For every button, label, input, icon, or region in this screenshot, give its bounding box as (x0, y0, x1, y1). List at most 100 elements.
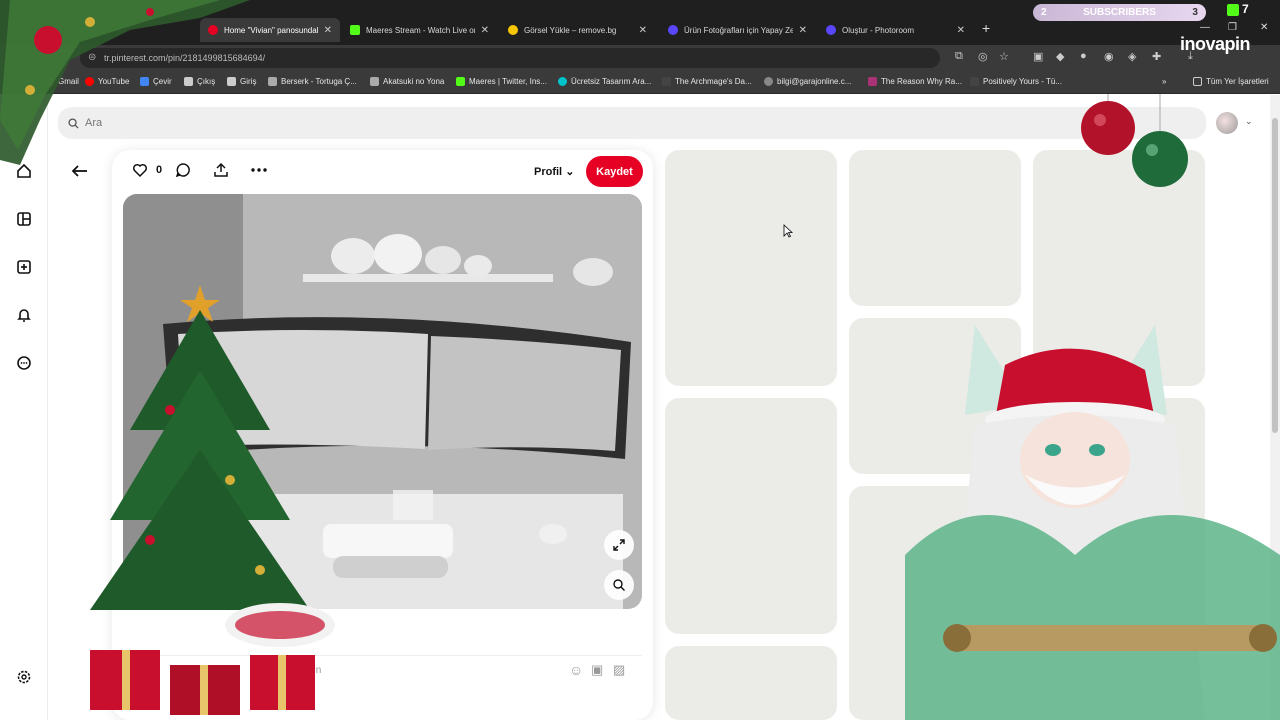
extension-icon[interactable]: ◉ (1104, 50, 1114, 63)
install-icon[interactable]: ⧉ (955, 50, 963, 63)
bookmark-maeres[interactable]: Maeres | Twitter, Ins... (456, 77, 547, 86)
brand-logo: inovapin (1180, 34, 1251, 54)
new-tab-icon[interactable]: + (982, 20, 990, 36)
tab-photoroom-ai[interactable]: Ürün Fotoğrafları için Yapay Zek... ✕ (660, 18, 815, 42)
image-upload-icon[interactable]: ▨ (613, 662, 625, 678)
minimize-icon[interactable]: — (1200, 22, 1210, 33)
address-toolbar: ⊜ tr.pinterest.com/pin/2181499815684694/ (0, 45, 1280, 71)
extension-icon[interactable]: ◈ (1128, 50, 1136, 63)
more-bookmarks-icon[interactable]: » (1162, 77, 1166, 86)
bookmark-star-icon[interactable]: ☆ (999, 50, 1009, 63)
sticker-icon[interactable]: ▣ (591, 662, 603, 678)
pin-skeleton (849, 150, 1021, 306)
bookmark-cevir[interactable]: Çevir (140, 77, 172, 86)
kick-favicon-icon (350, 25, 360, 35)
create-icon[interactable] (14, 257, 34, 277)
comment-input[interactable]: eyin ☺ ▣ ▨ (123, 655, 642, 685)
like-button[interactable]: 0 (132, 162, 162, 178)
extension-icon[interactable]: ● (1080, 50, 1087, 62)
sidebar (0, 95, 48, 720)
extension-icon[interactable]: ▣ (1033, 50, 1043, 63)
puzzle-icon[interactable]: ✚ (1152, 50, 1161, 63)
eye-off-icon[interactable]: ◎ (978, 50, 988, 63)
photoroom-favicon-icon (668, 25, 678, 35)
mouse-cursor-icon (783, 224, 793, 238)
pinterest-favicon-icon (208, 25, 218, 35)
bookmark-label: Maeres | Twitter, Ins... (469, 77, 547, 86)
bookmark-label: bilgi@garajonline.c... (777, 77, 852, 86)
scrollbar-thumb[interactable] (1272, 118, 1278, 433)
bookmark-canva[interactable]: Ücretsiz Tasarım Ara... (558, 77, 651, 86)
chevron-down-icon[interactable]: ⌄ (1245, 116, 1253, 127)
bookmark-cikis[interactable]: Çıkış (184, 77, 215, 86)
avatar[interactable] (1216, 112, 1238, 134)
pin-card: 0 Profil ⌄ Kaydet eyin ☺ ▣ ▨ (112, 150, 653, 720)
youtube-icon (85, 77, 94, 86)
search-input[interactable]: Ara (58, 107, 1206, 139)
board-select-dropdown[interactable]: Profil ⌄ (534, 165, 574, 178)
tab-title: Maeres Stream - Watch Live on... (366, 25, 475, 35)
close-tab-icon[interactable]: ✕ (799, 25, 807, 36)
canva-icon (558, 77, 567, 86)
save-button[interactable]: Kaydet (586, 156, 643, 187)
bookmark-reason-why[interactable]: The Reason Why Ra... (868, 77, 962, 86)
subscribers-right-count: 3 (1192, 7, 1198, 18)
board-select-label: Profil (534, 166, 563, 178)
bookmark-akatsuki[interactable]: Akatsuki no Yona (370, 77, 444, 86)
share-button[interactable] (213, 162, 229, 178)
tab-pinterest[interactable]: Home "Vivian" panosundaki Pi... ✕ (200, 18, 340, 42)
expand-icon[interactable] (604, 530, 634, 560)
globe-icon (764, 77, 773, 86)
more-options-button[interactable] (250, 162, 268, 178)
bookmark-archmage[interactable]: The Archmage's Da... (662, 77, 752, 86)
settings-gear-icon[interactable] (14, 667, 34, 687)
comment-placeholder: eyin (303, 665, 322, 676)
tab-title: Görsel Yükle – remove.bg (524, 25, 617, 35)
bookmark-garajonline[interactable]: bilgi@garajonline.c... (764, 77, 851, 86)
bookmark-label: The Reason Why Ra... (881, 77, 962, 86)
close-tab-icon[interactable]: ✕ (481, 25, 489, 36)
folder-icon (1193, 77, 1202, 86)
site-info-icon[interactable]: ⊜ (88, 52, 96, 63)
bookmark-label: Gmail (58, 77, 79, 86)
all-bookmarks[interactable]: Tüm Yer İşaretleri (1193, 77, 1269, 86)
restore-icon[interactable]: ❐ (1228, 22, 1237, 33)
home-icon[interactable] (14, 161, 34, 181)
subscribers-widget: 2 SUBSCRIBERS 3 (1033, 4, 1206, 21)
back-arrow-icon[interactable] (70, 161, 92, 183)
share-icon (214, 162, 228, 177)
close-window-icon[interactable]: ✕ (1260, 22, 1268, 33)
bookmark-label: Akatsuki no Yona (383, 77, 445, 86)
pin-skeleton (665, 646, 837, 720)
bookmark-label: Tüm Yer İşaretleri (1206, 77, 1269, 86)
close-tab-icon[interactable]: ✕ (639, 25, 647, 36)
bookmark-positively-yours[interactable]: Positively Yours - Tü... (970, 77, 1062, 86)
tab-title: Ürün Fotoğrafları için Yapay Zek... (684, 25, 793, 35)
bookmark-berserk[interactable]: Berserk - Tortuga Ç... (268, 77, 357, 86)
extension-icon[interactable]: ◆ (1056, 50, 1064, 63)
translate-icon (140, 77, 149, 86)
bookmark-giris[interactable]: Giriş (227, 77, 256, 86)
address-bar[interactable]: ⊜ tr.pinterest.com/pin/2181499815684694/ (80, 48, 940, 68)
subscribers-label: SUBSCRIBERS (1083, 7, 1156, 18)
visual-search-icon[interactable] (604, 570, 634, 600)
cloud-icon (268, 77, 277, 86)
bell-icon[interactable] (14, 305, 34, 325)
close-tab-icon[interactable]: ✕ (957, 25, 965, 36)
emoji-icon[interactable]: ☺ (569, 662, 583, 678)
desk-setup-photo (123, 194, 642, 609)
close-tab-icon[interactable]: ✕ (324, 25, 332, 36)
comment-button[interactable] (175, 162, 191, 178)
bookmark-gmail[interactable]: Gmail (45, 77, 79, 86)
bookmark-youtube[interactable]: YouTube (85, 77, 129, 86)
page-icon (227, 77, 236, 86)
tab-photoroom-create[interactable]: Oluştur - Photoroom ✕ (818, 18, 973, 42)
pin-skeleton (1033, 398, 1205, 634)
removebg-favicon-icon (508, 25, 518, 35)
messages-icon[interactable] (14, 353, 34, 373)
pin-image[interactable] (123, 194, 642, 609)
pin-skeleton (849, 486, 1021, 720)
tab-maeres[interactable]: Maeres Stream - Watch Live on... ✕ (342, 18, 497, 42)
explore-icon[interactable] (14, 209, 34, 229)
tab-removebg[interactable]: Görsel Yükle – remove.bg ✕ (500, 18, 655, 42)
